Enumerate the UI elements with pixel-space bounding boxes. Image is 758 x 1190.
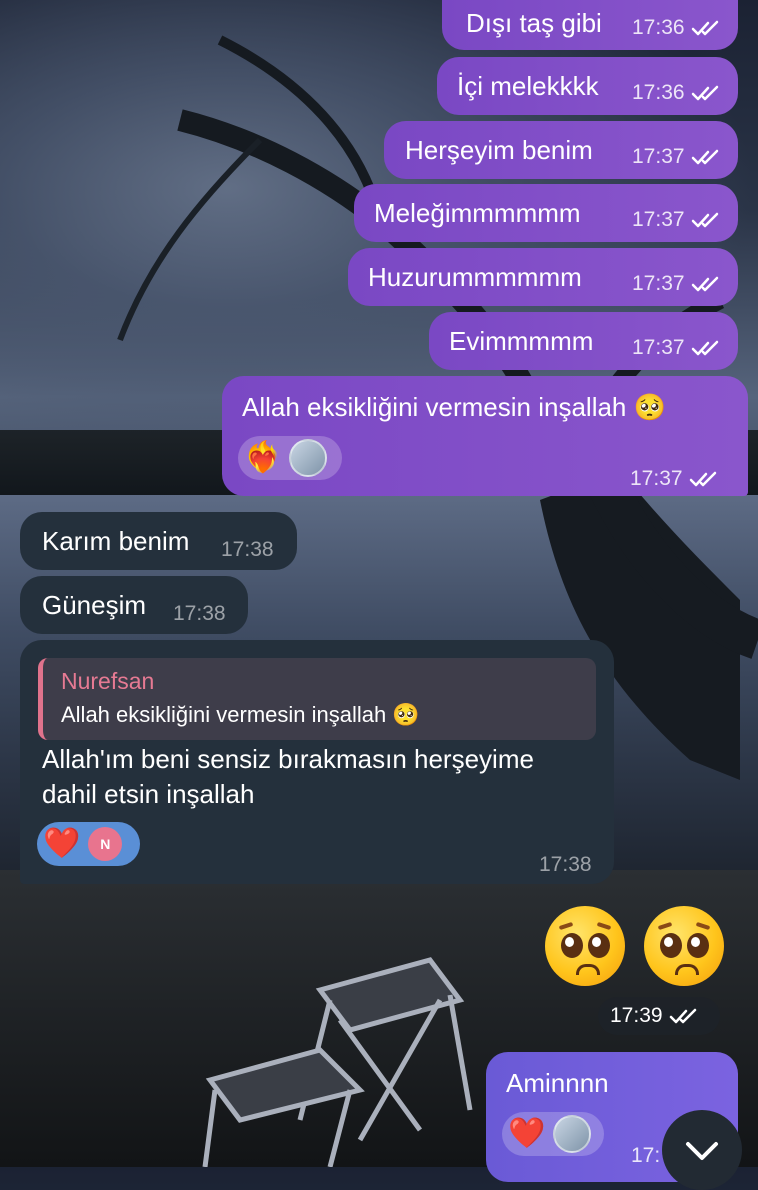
avatar <box>553 1115 592 1153</box>
message-time: 17:36 <box>632 81 721 105</box>
message-time: 17:37 <box>632 208 721 232</box>
message-text: Aminnnn <box>506 1068 609 1098</box>
outgoing-message[interactable]: Huzurummmmmm 17:37 <box>348 248 738 306</box>
message-time: 17:38 <box>173 602 226 625</box>
double-check-icon <box>669 1008 696 1024</box>
double-check-icon <box>691 212 718 228</box>
message-time: 17:38 <box>539 853 592 876</box>
avatar <box>289 439 328 477</box>
message-text: Evimmmmm <box>449 326 594 356</box>
red-heart-icon: ❤️ <box>43 827 81 860</box>
double-check-icon <box>691 20 718 36</box>
outgoing-message[interactable]: Meleğimmmmmm 17:37 <box>354 184 738 242</box>
incoming-reply-message[interactable]: Nurefsan Allah eksikliğini vermesin inşa… <box>20 640 614 884</box>
message-time: 17:37 <box>632 145 721 169</box>
red-heart-icon: ❤️ <box>508 1117 546 1150</box>
message-text: İçi melekkkk <box>457 71 599 101</box>
message-time: 17:39 <box>610 1004 699 1028</box>
message-text: Güneşim <box>42 590 147 620</box>
message-text: Allah eksikliğini vermesin inşallah 🥺 <box>242 392 666 422</box>
chevron-down-icon <box>686 1142 718 1160</box>
double-check-icon <box>691 340 718 356</box>
reply-text: Allah eksikliğini vermesin inşallah 🥺 <box>61 702 420 727</box>
double-check-icon <box>691 276 718 292</box>
reaction-chip[interactable]: ❤️‍🔥 <box>238 436 342 480</box>
outgoing-message[interactable]: Evimmmmm 17:37 <box>429 312 738 370</box>
message-time: 17:36 <box>632 16 721 40</box>
outgoing-message[interactable]: Allah eksikliğini vermesin inşallah 🥺 ❤️… <box>222 376 748 496</box>
message-text: Meleğimmmmmm <box>374 198 581 228</box>
outgoing-message[interactable]: İçi melekkkk 17:36 <box>437 57 738 115</box>
reply-quote[interactable]: Nurefsan Allah eksikliğini vermesin inşa… <box>38 658 596 740</box>
message-time: 17:37 <box>630 467 719 491</box>
pleading-face-icon <box>644 906 724 986</box>
outgoing-message[interactable]: Dışı taş gibi 17:36 <box>442 0 738 50</box>
reaction-chip[interactable]: ❤️ <box>502 1112 604 1156</box>
incoming-message[interactable]: Güneşim 17:38 <box>20 576 248 634</box>
scroll-down-button[interactable] <box>662 1110 742 1190</box>
message-time: 17:37 <box>632 336 721 360</box>
message-text-line-1: Allah'ım beni sensiz bırakmasın herşeyim… <box>42 744 534 774</box>
incoming-message[interactable]: Karım benim 17:38 <box>20 512 297 570</box>
heart-on-fire-icon: ❤️‍🔥 <box>244 441 282 474</box>
message-time: 17: <box>631 1144 661 1167</box>
reply-sender-name: Nurefsan <box>61 668 155 694</box>
double-check-icon <box>689 471 716 487</box>
message-time-pill: 17:39 <box>598 997 720 1035</box>
double-check-icon <box>691 85 718 101</box>
message-text: Huzurummmmmm <box>368 262 582 292</box>
message-text-line-2: dahil etsin inşallah <box>42 779 255 809</box>
message-time: 17:37 <box>632 272 721 296</box>
message-text: Herşeyim benim <box>405 135 593 165</box>
double-check-icon <box>691 149 718 165</box>
message-text: Dışı taş gibi <box>466 8 602 38</box>
message-time: 17:38 <box>221 538 274 561</box>
avatar: N <box>88 827 123 861</box>
pleading-face-icon <box>545 906 625 986</box>
reaction-chip[interactable]: ❤️ N <box>37 822 140 866</box>
message-text: Karım benim <box>42 526 190 556</box>
outgoing-message[interactable]: Herşeyim benim 17:37 <box>384 121 738 179</box>
